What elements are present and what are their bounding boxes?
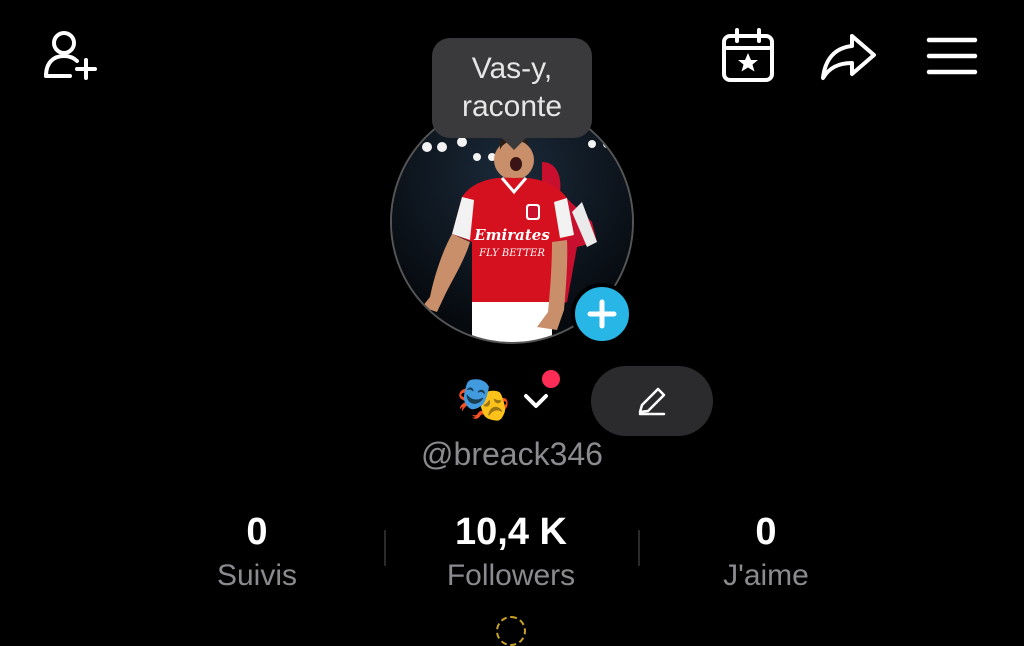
add-story-button[interactable] (571, 283, 633, 345)
add-friend-button[interactable] (40, 26, 100, 86)
likes-stat[interactable]: 0 J'aime (656, 508, 876, 596)
plus-icon (587, 299, 617, 329)
calendar-star-icon (722, 28, 774, 82)
followers-label: Followers (446, 559, 576, 592)
menu-icon (926, 37, 978, 75)
followers-count: 10,4 K (455, 511, 567, 553)
theater-masks-emoji: 🎭 (456, 375, 511, 424)
share-icon (821, 34, 876, 80)
stat-divider (638, 530, 640, 566)
jersey-slogan: FLY BETTER (478, 248, 545, 259)
partial-bottom-icon (496, 616, 526, 646)
share-button[interactable] (818, 26, 878, 86)
likes-count: 0 (755, 511, 777, 553)
following-label: Suivis (216, 559, 298, 592)
account-switcher[interactable]: 🎭 (456, 370, 566, 428)
notification-dot (542, 370, 560, 388)
pencil-icon (638, 387, 666, 416)
following-stat[interactable]: 0 Suivis (147, 508, 367, 596)
likes-label: J'aime (723, 559, 809, 592)
jersey-sponsor: Emirates (473, 226, 550, 244)
chevron-down-icon (524, 394, 548, 408)
calendar-button[interactable] (718, 26, 778, 86)
story-prompt-tooltip[interactable]: Vas-y, raconte (432, 38, 592, 150)
edit-profile-button[interactable] (591, 366, 713, 436)
followers-stat[interactable]: 10,4 K Followers (401, 508, 621, 596)
following-count: 0 (246, 511, 268, 553)
add-user-icon (44, 31, 97, 80)
username-handle: @breack346 (421, 436, 603, 472)
menu-button[interactable] (922, 26, 982, 86)
stat-divider (384, 530, 386, 566)
